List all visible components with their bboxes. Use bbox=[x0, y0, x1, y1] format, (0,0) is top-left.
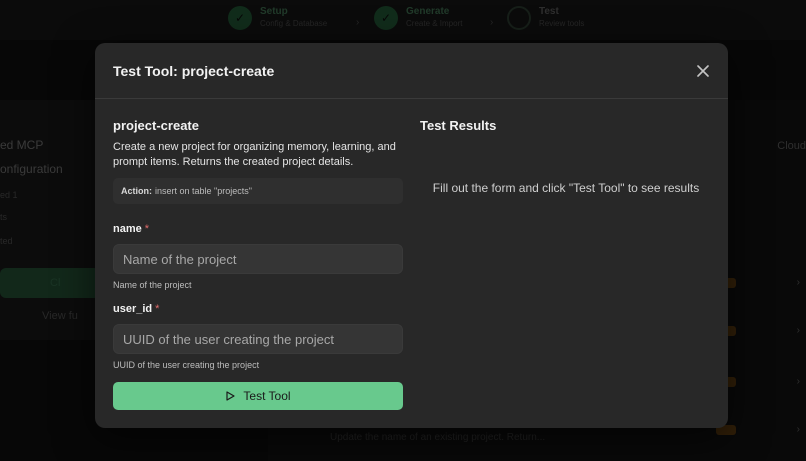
required-marker: * bbox=[144, 223, 150, 235]
user-id-help-text: UUID of the user creating the project bbox=[113, 360, 260, 370]
action-info: Action: insert on table "projects" bbox=[113, 178, 403, 204]
field-label-text: name bbox=[113, 223, 142, 235]
action-label: Action: bbox=[121, 186, 152, 196]
test-tool-label: Test Tool bbox=[243, 389, 291, 403]
name-help-text: Name of the project bbox=[113, 280, 192, 290]
modal-header: Test Tool: project-create bbox=[95, 43, 728, 99]
required-marker: * bbox=[155, 303, 160, 315]
modal-title: Test Tool: project-create bbox=[113, 63, 275, 79]
test-tool-modal: Test Tool: project-create project-create… bbox=[95, 43, 728, 428]
action-value: insert on table "projects" bbox=[155, 186, 252, 196]
user-id-input[interactable] bbox=[113, 324, 403, 354]
field-label-text: user_id bbox=[113, 303, 153, 315]
test-tool-button[interactable]: Test Tool bbox=[113, 382, 403, 410]
tool-name: project-create bbox=[113, 118, 199, 133]
results-title: Test Results bbox=[420, 118, 497, 133]
close-icon bbox=[697, 65, 709, 77]
play-icon bbox=[226, 391, 236, 401]
user-id-label: user_id * bbox=[113, 303, 159, 315]
close-button[interactable] bbox=[694, 62, 712, 80]
results-empty-state: Fill out the form and click "Test Tool" … bbox=[432, 181, 700, 195]
name-input[interactable] bbox=[113, 244, 403, 274]
name-label: name * bbox=[113, 223, 149, 235]
tool-description: Create a new project for organizing memo… bbox=[113, 141, 396, 168]
